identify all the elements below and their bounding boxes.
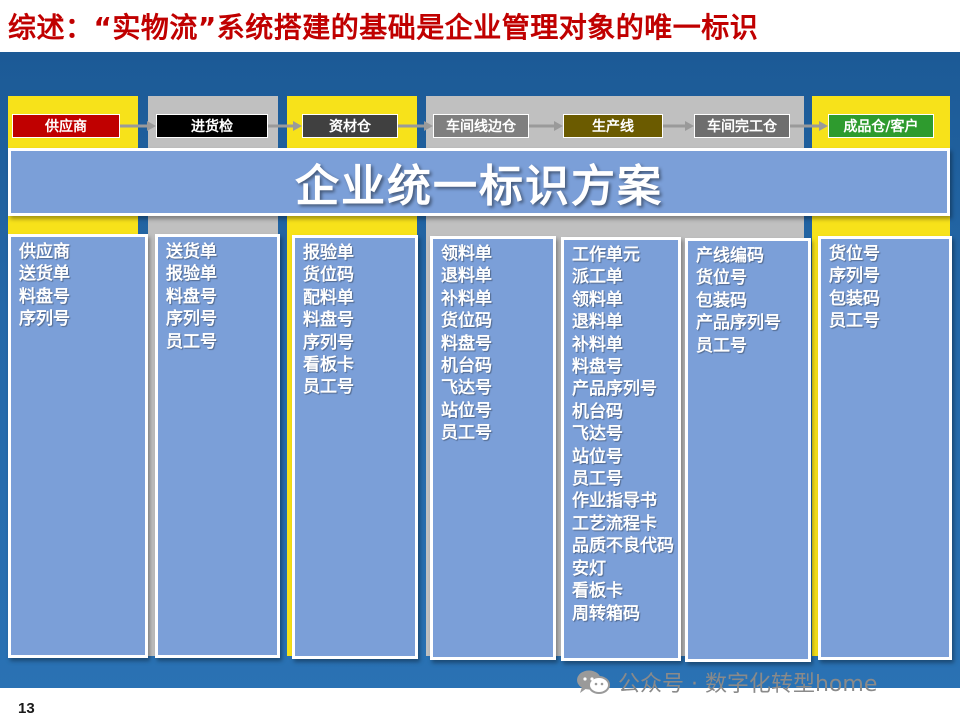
wechat-icon (577, 670, 610, 694)
identifier-item: 产品序列号 (572, 379, 657, 400)
identifier-list: 工作单元 派工单 领料单 退料单 补料单 料盘号 产品序列号 机台码 飞达号 站位号 员工号 作业指导… (572, 244, 678, 625)
identifier-item: 看板卡 (572, 581, 623, 602)
identifier-item: 序列号 (19, 309, 70, 330)
identifier-item: 货位号 (829, 244, 880, 264)
identifier-item: 包装码 (829, 288, 880, 309)
stage-supplier: 供应商 (12, 114, 120, 138)
identifier-box-customer: 货位号 序列号 包装码 员工号 (818, 236, 952, 660)
identifier-item: 员工号 (829, 311, 880, 332)
stage-receiving: 进货检 (156, 114, 268, 138)
arrow-icon (790, 121, 828, 131)
identifier-item: 补料单 (572, 334, 623, 355)
slide-title: 综述：“实物流”系统搭建的基础是企业管理对象的唯一标识 (8, 11, 759, 44)
identifier-list: 产线编码 货位号 包装码 产品序列号 员工号 (696, 245, 808, 357)
identifier-item: 看板卡 (303, 355, 354, 376)
identifier-item: 飞达号 (441, 378, 492, 399)
identifier-list: 报验单 货位码 配料单 料盘号 序列号 看板卡 员工号 (303, 242, 415, 399)
identifier-item: 员工号 (441, 423, 492, 444)
identifier-item: 作业指导书 (572, 491, 657, 512)
identifier-item: 退料单 (441, 266, 492, 287)
identifier-item: 安灯 (572, 558, 606, 579)
identifier-item: 领料单 (441, 244, 492, 264)
identifier-item: 配料单 (303, 287, 354, 308)
watermark-text: 公众号 · 数字化转型home (618, 672, 878, 697)
stage-production: 生产线 (563, 114, 663, 138)
identifier-item: 送货单 (166, 242, 217, 262)
identifier-item: 料盘号 (572, 357, 623, 378)
identifier-item: 送货单 (19, 264, 70, 285)
watermark: 公众号 · 数字化转型home (576, 668, 878, 697)
stage-finished-shop: 车间完工仓 (694, 114, 790, 138)
identifier-box-material: 报验单 货位码 配料单 料盘号 序列号 看板卡 员工号 (292, 235, 418, 659)
identifier-item: 货位号 (696, 268, 747, 289)
identifier-item: 序列号 (303, 332, 354, 353)
identifier-item: 供应商 (19, 242, 70, 262)
identifier-box-production: 工作单元 派工单 领料单 退料单 补料单 料盘号 产品序列号 机台码 飞达号 站位号 员工号 作业指导… (561, 237, 681, 661)
identifier-item: 员工号 (696, 335, 747, 356)
identifier-item: 料盘号 (166, 286, 217, 307)
identifier-list: 供应商 送货单 料盘号 序列号 (19, 241, 145, 331)
identifier-item: 序列号 (829, 266, 880, 287)
identifier-box-receiving: 送货单 报验单 料盘号 序列号 员工号 (155, 234, 280, 658)
identifier-item: 飞达号 (572, 424, 623, 445)
identifier-box-finished-shop: 产线编码 货位号 包装码 产品序列号 员工号 (685, 238, 811, 662)
title-bar: 综述：“实物流”系统搭建的基础是企业管理对象的唯一标识 (0, 0, 960, 50)
page-number: 13 (18, 700, 35, 717)
banner-title: 企业统一标识方案 (295, 161, 663, 212)
identifier-item: 机台码 (441, 356, 492, 377)
identifier-item: 员工号 (303, 377, 354, 398)
identifier-item: 料盘号 (303, 310, 354, 331)
identifier-item: 包装码 (696, 290, 747, 311)
identifier-item: 报验单 (303, 243, 354, 263)
identifier-list: 送货单 报验单 料盘号 序列号 员工号 (166, 241, 277, 353)
identifier-item: 站位号 (441, 400, 492, 421)
identifier-item: 工作单元 (572, 245, 640, 265)
unified-identification-banner: 企业统一标识方案 (8, 148, 950, 216)
identifier-item: 品质不良代码 (572, 536, 674, 557)
stage-material: 资材仓 (302, 114, 398, 138)
identifier-box-line-warehouse: 领料单 退料单 补料单 货位码 料盘号 机台码 飞达号 站位号 员工号 (430, 236, 556, 660)
identifier-item: 周转箱码 (572, 603, 640, 624)
arrow-icon (268, 121, 302, 131)
identifier-item: 机台码 (572, 401, 623, 422)
identifier-item: 产品序列号 (696, 313, 781, 334)
arrow-icon (398, 121, 433, 131)
arrow-icon (663, 121, 694, 131)
identifier-list: 货位号 序列号 包装码 员工号 (829, 243, 949, 333)
identifier-item: 产线编码 (696, 246, 764, 266)
identifier-item: 货位码 (303, 265, 354, 286)
identifier-item: 货位码 (441, 311, 492, 332)
identifier-item: 员工号 (572, 469, 623, 490)
stage-line-warehouse: 车间线边仓 (433, 114, 529, 138)
identifier-box-supplier: 供应商 送货单 料盘号 序列号 (8, 234, 148, 658)
identifier-item: 退料单 (572, 312, 623, 333)
arrow-icon (120, 121, 156, 131)
identifier-item: 站位号 (572, 446, 623, 467)
identifier-item: 工艺流程卡 (572, 513, 657, 534)
identifier-item: 派工单 (572, 267, 623, 288)
identifier-item: 补料单 (441, 288, 492, 309)
identifier-item: 序列号 (166, 309, 217, 330)
stage-customer: 成品仓/客户 (828, 114, 934, 138)
identifier-item: 报验单 (166, 264, 217, 285)
identifier-list: 领料单 退料单 补料单 货位码 料盘号 机台码 飞达号 站位号 员工号 (441, 243, 553, 445)
identifier-item: 员工号 (166, 331, 217, 352)
arrow-icon (529, 121, 563, 131)
identifier-item: 料盘号 (19, 286, 70, 307)
identifier-item: 领料单 (572, 289, 623, 310)
identifier-item: 料盘号 (441, 333, 492, 354)
